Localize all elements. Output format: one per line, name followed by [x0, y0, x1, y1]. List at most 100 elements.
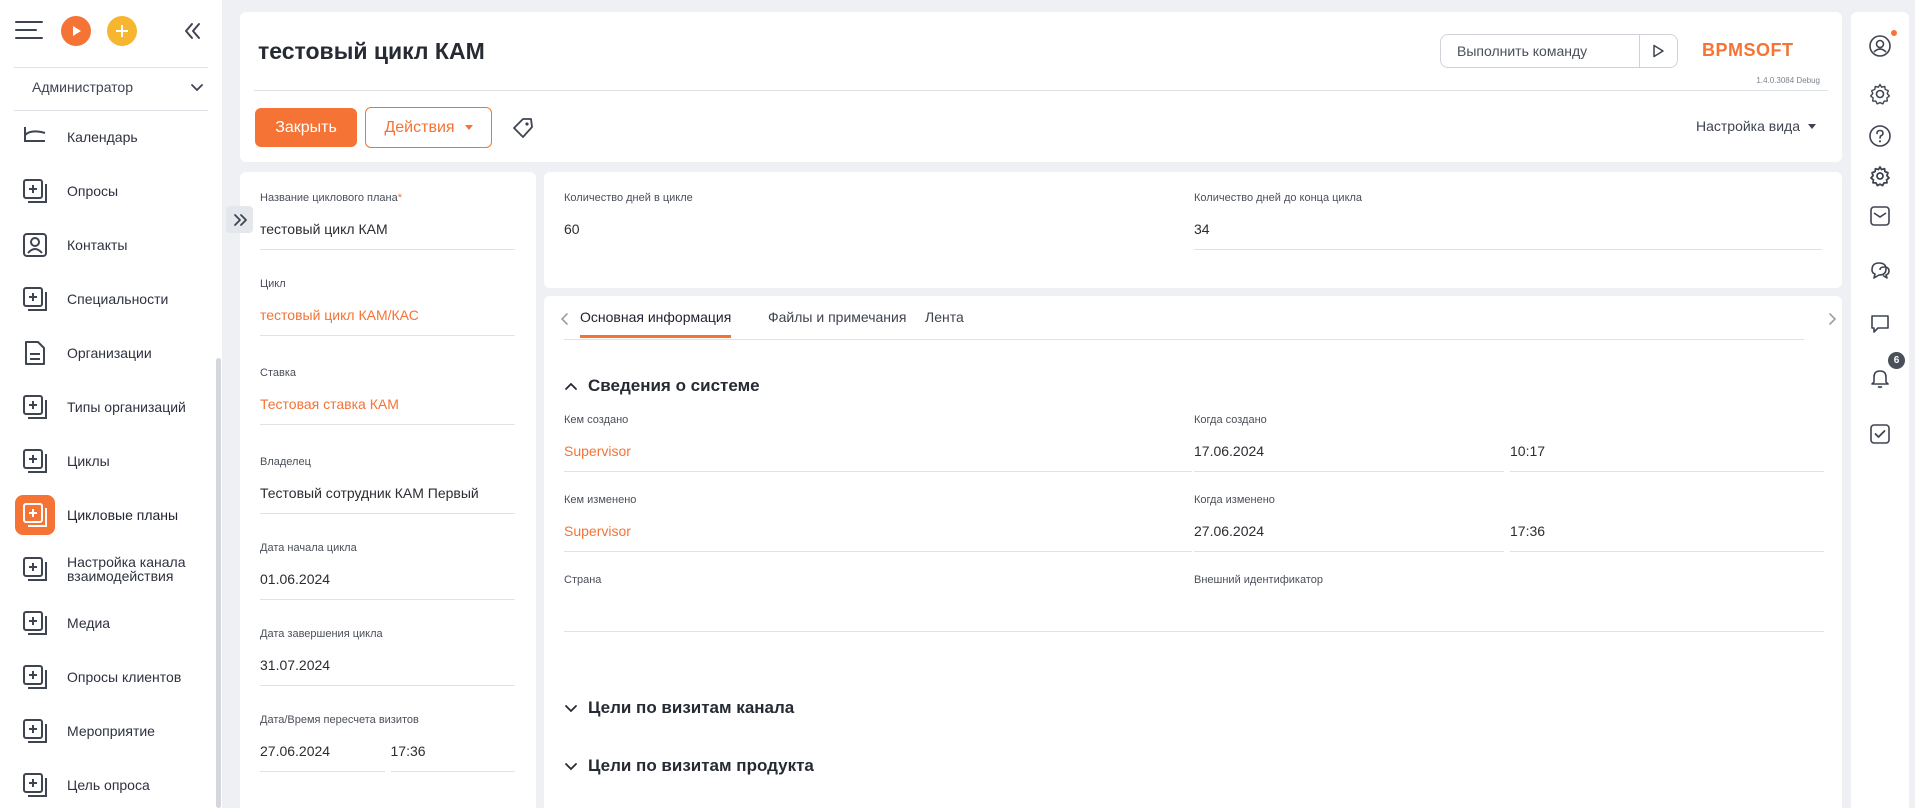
section-title: Цели по визитам продукта: [588, 756, 814, 775]
sidebar-item-events[interactable]: Мероприятие: [0, 704, 216, 758]
owner-value[interactable]: Тестовый сотрудник КАМ Первый: [260, 485, 515, 503]
modified-by-link[interactable]: Supervisor: [564, 523, 1192, 541]
field-caption: Цикл: [260, 278, 286, 290]
caret-down-icon: [464, 125, 473, 130]
expand-panel-button[interactable]: [226, 206, 253, 233]
owner-field[interactable]: Владелец Тестовый сотрудник КАМ Первый: [260, 456, 515, 514]
user-icon: [1869, 35, 1891, 57]
contact-icon: [15, 225, 55, 265]
page-title: тестовый цикл КАМ: [258, 38, 485, 64]
sidebar-item-calendar[interactable]: Календарь: [0, 112, 216, 164]
email-button[interactable]: [1864, 200, 1896, 232]
cycle-start-field[interactable]: Дата начала цикла 01.06.2024: [260, 542, 515, 600]
recalc-date-value[interactable]: 27.06.2024: [260, 743, 385, 761]
recalc-time-value[interactable]: 17:36: [391, 743, 516, 761]
sidebar-item-organizations[interactable]: Организации: [0, 326, 216, 380]
field-caption: Кем создано: [564, 414, 629, 426]
sidebar-item-organization-types[interactable]: Типы организаций: [0, 380, 216, 434]
rate-field[interactable]: Ставка Тестовая ставка КАМ: [260, 367, 515, 425]
created-on-field[interactable]: Когда создано 17.06.2024 10:17: [1194, 414, 1824, 472]
field-caption: Количество дней до конца цикла: [1194, 192, 1363, 204]
section-icon: [15, 495, 55, 535]
modified-on-date[interactable]: 27.06.2024: [1194, 523, 1504, 541]
cycle-field[interactable]: Цикл тестовый цикл КАМ/КАС: [260, 278, 515, 336]
sidebar-item-label: Цикловые планы: [67, 507, 179, 523]
tag-icon[interactable]: [511, 116, 535, 140]
channel-goals-section-header[interactable]: Цели по визитам канала: [564, 698, 794, 718]
modified-by-field[interactable]: Кем изменено Supervisor: [564, 494, 1192, 552]
sidebar-item-media[interactable]: Медиа: [0, 596, 216, 650]
quick-add-button[interactable]: [107, 16, 137, 46]
close-button[interactable]: Закрыть: [255, 108, 357, 147]
sidebar-item-client-surveys[interactable]: Опросы клиентов: [0, 650, 216, 704]
cycle-end-field[interactable]: Дата завершения цикла 31.07.2024: [260, 628, 515, 686]
tab-files-notes[interactable]: Файлы и примечания: [768, 309, 906, 335]
chat-button[interactable]: [1864, 254, 1896, 286]
cycle-link[interactable]: тестовый цикл КАМ/КАС: [260, 307, 515, 325]
system-info-section-header[interactable]: Сведения о системе: [564, 376, 760, 396]
modified-on-field[interactable]: Когда изменено 27.06.2024 17:36: [1194, 494, 1824, 552]
sidebar-item-cycles[interactable]: Циклы: [0, 434, 216, 488]
days-left-value[interactable]: 34: [1194, 221, 1822, 239]
tabs-scroll-left-icon[interactable]: [558, 312, 572, 326]
help-button[interactable]: [1864, 120, 1896, 152]
sidebar-item-channel-settings[interactable]: Настройка канала взаимодействия: [0, 542, 216, 596]
external-id-value[interactable]: [1194, 603, 1824, 621]
message-icon: [1871, 315, 1889, 333]
sidebar-item-surveys[interactable]: Опросы: [0, 164, 216, 218]
profile-panel: Название циклового плана* тестовый цикл …: [240, 172, 536, 808]
rate-link[interactable]: Тестовая ставка КАМ: [260, 396, 515, 414]
hamburger-menu-icon[interactable]: [14, 18, 44, 42]
tasks-button[interactable]: [1864, 418, 1896, 450]
view-settings-label: Настройка вида: [1695, 118, 1800, 134]
section-icon: [15, 549, 55, 589]
field-caption: Дата завершения цикла: [260, 628, 383, 640]
days-in-cycle-value[interactable]: 60: [564, 221, 1184, 239]
field-caption: Количество дней в цикле: [564, 192, 693, 204]
collapse-sidebar-icon[interactable]: [180, 19, 204, 43]
cycle-end-value[interactable]: 31.07.2024: [260, 657, 515, 675]
messages-button[interactable]: [1864, 308, 1896, 340]
product-goals-section-header[interactable]: Цели по визитам продукта: [564, 756, 814, 776]
plus-icon: [116, 25, 128, 37]
days-in-cycle-field[interactable]: Количество дней в цикле 60: [564, 192, 1184, 239]
command-run-button[interactable]: [1640, 35, 1676, 67]
field-underline: [1510, 471, 1824, 472]
settings-button[interactable]: [1864, 78, 1896, 110]
role-selector[interactable]: Администратор: [14, 74, 208, 100]
command-input[interactable]: [1441, 36, 1639, 66]
system-designer-button[interactable]: [1864, 160, 1896, 192]
sidebar-item-specialties[interactable]: Специальности: [0, 272, 216, 326]
created-on-date[interactable]: 17.06.2024: [1194, 443, 1504, 461]
section-icon: [15, 603, 55, 643]
sidebar-scrollbar[interactable]: [216, 358, 221, 808]
run-process-button[interactable]: [61, 16, 91, 46]
created-by-field[interactable]: Кем создано Supervisor: [564, 414, 1192, 472]
tabs-divider: [564, 339, 1804, 340]
created-by-link[interactable]: Supervisor: [564, 443, 1192, 461]
header-divider: [254, 90, 1828, 91]
tab-main-info[interactable]: Основная информация: [580, 309, 732, 338]
right-rail: 6: [1851, 12, 1909, 808]
days-left-field[interactable]: Количество дней до конца цикла 34: [1194, 192, 1822, 250]
field-caption: Владелец: [260, 456, 311, 468]
external-id-field[interactable]: Внешний идентификатор: [1194, 574, 1824, 621]
field-underline: [1510, 551, 1824, 552]
actions-button[interactable]: Действия: [365, 107, 492, 148]
tab-feed[interactable]: Лента: [925, 309, 964, 335]
visit-recalc-field[interactable]: Дата/Время пересчета визитов 27.06.2024 …: [260, 714, 515, 772]
plan-name-value[interactable]: тестовый цикл КАМ: [260, 221, 515, 239]
sidebar-item-cycle-plans[interactable]: Цикловые планы: [0, 488, 216, 542]
sidebar-item-label: Настройка канала взаимодействия: [67, 554, 186, 584]
field-underline: [564, 631, 1824, 632]
sidebar-item-contacts[interactable]: Контакты: [0, 218, 216, 272]
cycle-start-value[interactable]: 01.06.2024: [260, 571, 515, 589]
view-settings-button[interactable]: Настройка вида: [1696, 118, 1816, 134]
plan-name-field[interactable]: Название циклового плана* тестовый цикл …: [260, 192, 515, 250]
tabs-scroll-right-icon[interactable]: [1825, 312, 1839, 326]
sidebar-item-survey-goal[interactable]: Цель опроса: [0, 758, 216, 808]
created-on-time[interactable]: 10:17: [1510, 443, 1824, 461]
mail-icon: [1870, 206, 1890, 226]
chevron-down-icon: [565, 763, 577, 771]
modified-on-time[interactable]: 17:36: [1510, 523, 1824, 541]
